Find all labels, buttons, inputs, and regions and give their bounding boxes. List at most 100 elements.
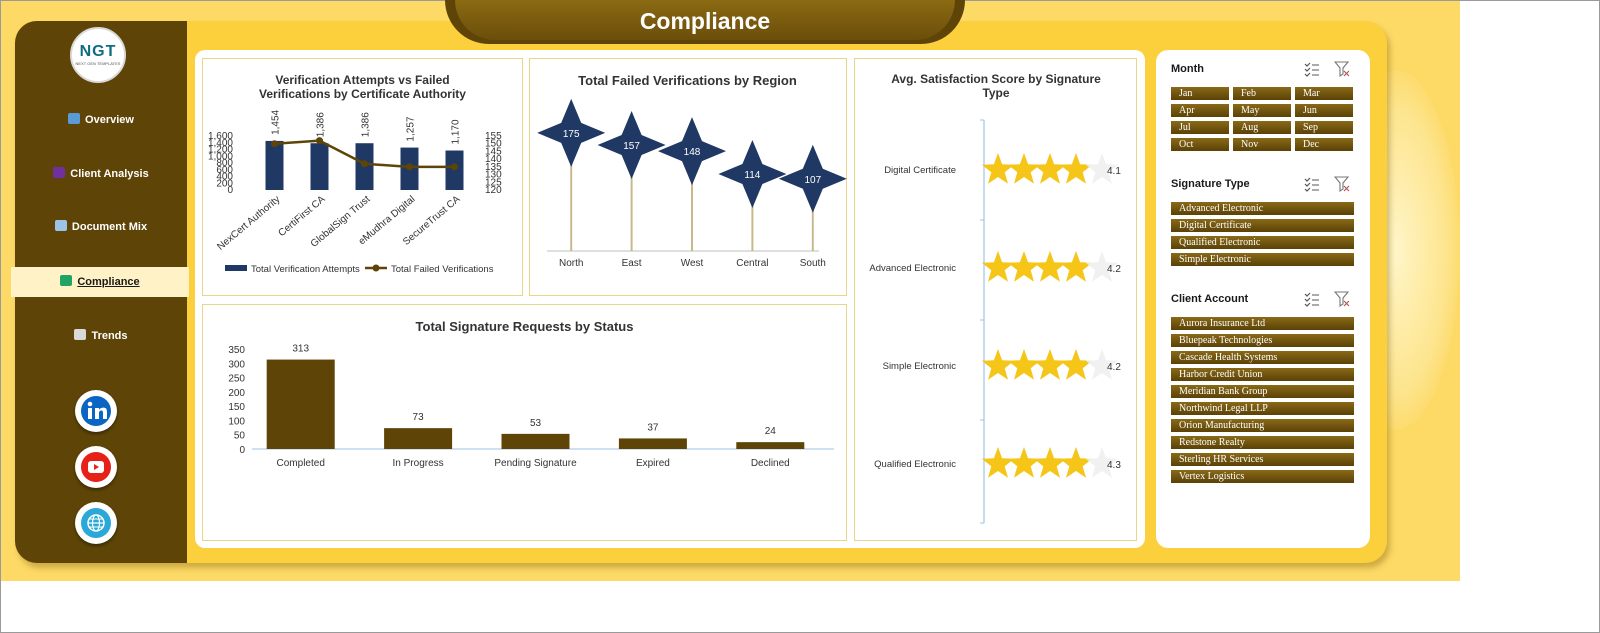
month-slicer-item-oct[interactable]: Oct	[1171, 138, 1229, 151]
filled-star-icon	[1059, 153, 1093, 184]
signature-type-slicer-item[interactable]: Digital Certificate	[1171, 219, 1354, 232]
region-data-label: 157	[623, 141, 640, 152]
multi-select-icon[interactable]	[1304, 291, 1320, 307]
signature-type-tick-label: Advanced Electronic	[869, 263, 956, 274]
region-data-label: 175	[563, 129, 580, 140]
client-account-slicer-item[interactable]: Aurora Insurance Ltd	[1171, 317, 1354, 330]
satisfaction-data-label: 4.1	[1107, 166, 1121, 177]
y-tick-label: 350	[228, 345, 245, 356]
logo[interactable]: NGT NEXT GEN TEMPLATES	[70, 27, 126, 83]
signature-type-slicer-item[interactable]: Simple Electronic	[1171, 253, 1354, 266]
clear-filter-icon[interactable]	[1333, 176, 1350, 193]
month-slicer-item-jan[interactable]: Jan	[1171, 87, 1229, 100]
category-tick-label: NexCert Authority	[215, 194, 282, 253]
multi-select-icon[interactable]	[1304, 61, 1320, 77]
nav-overview[interactable]: Overview	[15, 105, 187, 135]
nav-overview-label: Overview	[85, 114, 134, 126]
month-slicer-item-apr[interactable]: Apr	[1171, 104, 1229, 117]
attempts-data-label: 1,170	[451, 119, 462, 144]
client-account-slicer-item[interactable]: Meridian Bank Group	[1171, 385, 1354, 398]
region-data-label: 114	[744, 170, 760, 181]
status-tick-label: Declined	[751, 458, 790, 469]
month-slicer-title: Month	[1171, 63, 1204, 75]
y-tick-label: 300	[228, 359, 245, 370]
youtube-button[interactable]	[75, 446, 117, 488]
nav-compliance[interactable]: Compliance	[11, 267, 189, 297]
client-account-slicer-item[interactable]: Sterling HR Services	[1171, 453, 1354, 466]
y-tick-label: 0	[239, 445, 245, 456]
nav-client-analysis[interactable]: Client Analysis	[15, 159, 187, 189]
status-data-label: 73	[413, 412, 425, 423]
globe-icon	[81, 508, 111, 538]
month-slicer-item-feb[interactable]: Feb	[1233, 87, 1291, 100]
status-bar	[736, 442, 805, 449]
attempts-data-label: 1,386	[316, 112, 327, 137]
y-tick-label: 100	[228, 416, 245, 427]
signature-type-slicer-title: Signature Type	[1171, 178, 1250, 190]
legend-failed-label: Total Failed Verifications	[391, 264, 494, 275]
website-button[interactable]	[75, 502, 117, 544]
filled-star-icon	[1033, 349, 1067, 380]
region-tick-label: South	[800, 258, 826, 269]
nav-trends[interactable]: Trends	[15, 321, 187, 351]
client-account-slicer-item[interactable]: Bluepeak Technologies	[1171, 334, 1354, 347]
filled-star-icon	[1033, 447, 1067, 478]
status-tick-label: Pending Signature	[494, 458, 577, 469]
check-icon	[60, 275, 73, 286]
client-account-slicer-item[interactable]: Vertex Logistics	[1171, 470, 1354, 483]
region-tick-label: North	[559, 258, 583, 269]
failed-point	[451, 163, 458, 171]
people-icon	[53, 167, 66, 178]
filled-star-icon	[981, 153, 1015, 184]
signature-type-slicer-item[interactable]: Advanced Electronic	[1171, 202, 1354, 215]
month-slicer-item-mar[interactable]: Mar	[1295, 87, 1353, 100]
month-slicer-item-nov[interactable]: Nov	[1233, 138, 1291, 151]
client-account-slicer-item[interactable]: Northwind Legal LLP	[1171, 402, 1354, 415]
filled-star-icon	[1059, 447, 1093, 478]
month-slicer-item-may[interactable]: May	[1233, 104, 1291, 117]
region-tick-label: Central	[736, 258, 768, 269]
client-account-slicer-item[interactable]: Redstone Realty	[1171, 436, 1354, 449]
client-account-slicer-item[interactable]: Cascade Health Systems	[1171, 351, 1354, 364]
filled-star-icon	[981, 349, 1015, 380]
logo-text: NGT	[79, 43, 117, 60]
clear-filter-icon[interactable]	[1333, 291, 1350, 308]
client-account-slicer-item[interactable]: Orion Manufacturing	[1171, 419, 1354, 432]
multi-select-icon[interactable]	[1304, 176, 1320, 192]
y-tick-label: 50	[234, 431, 246, 442]
month-slicer-item-dec[interactable]: Dec	[1295, 138, 1353, 151]
linkedin-button[interactable]	[75, 390, 117, 432]
month-slicer-item-aug[interactable]: Aug	[1233, 121, 1291, 134]
clear-filter-icon[interactable]	[1333, 61, 1350, 78]
filled-star-icon	[1007, 153, 1041, 184]
region-chart: 175 North 157 East 148 West 114 Central 107 South	[537, 98, 847, 269]
region-data-label: 148	[684, 147, 701, 158]
client-account-slicer-title: Client Account	[1171, 293, 1249, 305]
status-bar	[501, 433, 570, 449]
signature-type-tick-label: Qualified Electronic	[874, 459, 956, 470]
signature-type-slicer-item[interactable]: Qualified Electronic	[1171, 236, 1354, 249]
legend-attempts-swatch	[225, 265, 247, 271]
y-tick-label: 0	[227, 185, 233, 196]
status-bar	[266, 359, 335, 449]
failed-point	[406, 163, 413, 171]
filled-star-icon	[1007, 251, 1041, 282]
attempts-data-label: 1,257	[406, 116, 417, 141]
status-data-label: 53	[530, 418, 542, 429]
nav-document-mix[interactable]: Document Mix	[15, 212, 187, 242]
bar-chart-icon	[68, 113, 81, 124]
status-tick-label: In Progress	[393, 458, 444, 469]
linkedin-icon	[81, 396, 111, 426]
status-tick-label: Completed	[277, 458, 325, 469]
nav-document-mix-label: Document Mix	[71, 221, 148, 233]
legend-attempts-label: Total Verification Attempts	[251, 264, 360, 275]
client-account-slicer-item[interactable]: Harbor Credit Union	[1171, 368, 1354, 381]
month-slicer-item-jul[interactable]: Jul	[1171, 121, 1229, 134]
y2-tick-label: 120	[485, 185, 502, 196]
month-slicer-item-jun[interactable]: Jun	[1295, 104, 1353, 117]
status-bar	[384, 428, 453, 449]
month-slicer-item-sep[interactable]: Sep	[1295, 121, 1353, 134]
youtube-icon	[81, 452, 111, 482]
nav-client-analysis-label: Client Analysis	[70, 168, 149, 180]
satisfaction-data-label: 4.2	[1107, 362, 1121, 373]
